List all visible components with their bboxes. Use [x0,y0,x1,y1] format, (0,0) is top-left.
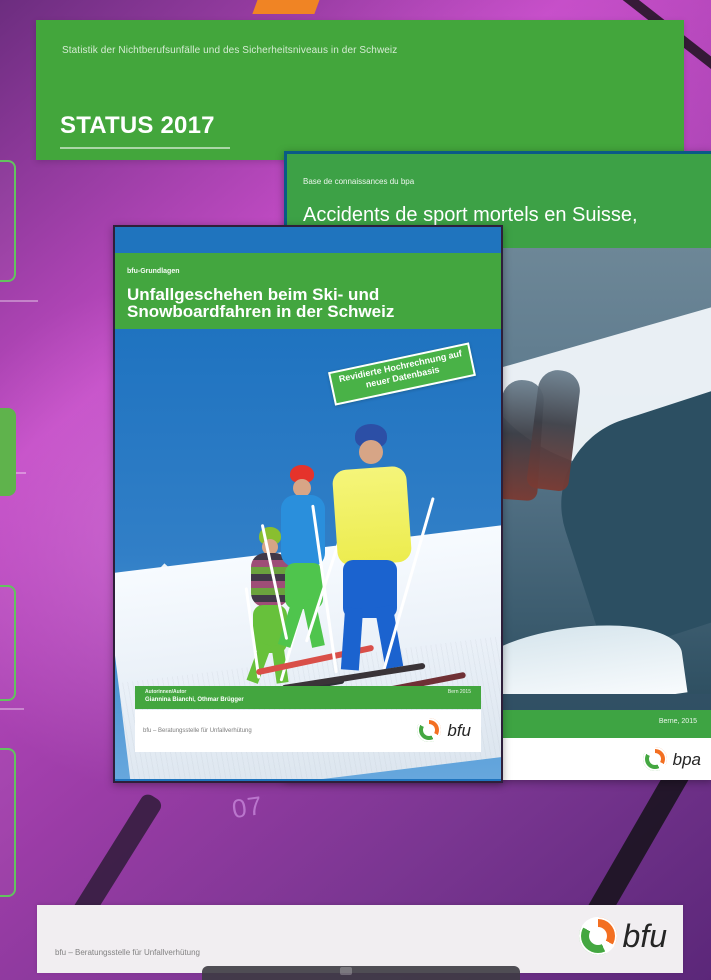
status-report-title: STATUS 2017 [60,112,215,139]
adult-skier [281,424,467,707]
status-report-kicker: Statistik der Nichtberufsunfälle und des… [62,45,398,56]
left-edge-tab-solid [0,408,16,496]
bfu-logo-text: bfu [447,720,471,740]
bottom-panel-text: bfu – Beratungsstelle für Unfallverhütun… [55,948,200,957]
left-guide-line [0,300,38,302]
front-cover-title: Unfallgeschehen beim Ski- und Snowboardf… [127,285,395,321]
front-cover-footer: bfu – Beratungsstelle für Unfallverhütun… [135,710,481,752]
jacket-shape [331,465,413,567]
overlay-highlight [340,967,352,975]
leg-shape [340,607,364,671]
ski-pole-icon [311,504,338,674]
status-report-banner: Statistik der Nichtberufsunfälle und des… [36,20,684,160]
bpa-logo: bpa [642,747,701,771]
front-publication-cover: bfu-Grundlagen Unfallgeschehen beim Ski-… [113,225,503,783]
bpa-logo-icon [642,747,667,771]
diagonal-stripe-bottom-right [581,761,693,929]
bfu-logo-icon [417,718,442,742]
left-edge-tab [0,748,16,897]
front-cover-kicker: bfu-Grundlagen [127,268,180,275]
front-cover-footer-text: bfu – Beratungsstelle für Unfallverhütun… [143,728,252,734]
bottom-overlay-bar [202,966,520,980]
bottom-bfu-logo: bfu [578,917,667,955]
head-shape [359,440,383,464]
bottom-brand-panel: bfu – Beratungsstelle für Unfallverhütun… [37,905,683,973]
back-cover-date: Berne, 2015 [658,718,697,725]
back-cover-kicker: Base de connaissances du bpa [303,177,415,186]
bottom-bfu-logo-text: bfu [622,918,667,954]
authors-value: Giannina Bianchi, Othmar Brügger [145,697,244,703]
publication-collage: Statistik der Nichtberufsunfälle und des… [0,0,711,980]
left-edge-tab [0,585,16,701]
bfu-logo: bfu [417,718,471,742]
front-cover-header: bfu-Grundlagen Unfallgeschehen beim Ski-… [115,253,501,329]
orange-accent-shape [252,0,322,14]
front-cover-date: Bern 2015 [447,689,471,695]
left-edge-tab [0,160,16,282]
front-cover-author-strip: Autorinnen/Autor Giannina Bianchi, Othma… [135,686,481,709]
bfu-logo-icon [578,917,617,955]
status-report-title-rule [60,147,230,149]
large-number-mark: 07 [229,789,265,825]
bpa-logo-text: bpa [672,749,701,769]
authors-label: Autorinnen/Autor [145,689,187,695]
left-guide-line [0,708,24,710]
